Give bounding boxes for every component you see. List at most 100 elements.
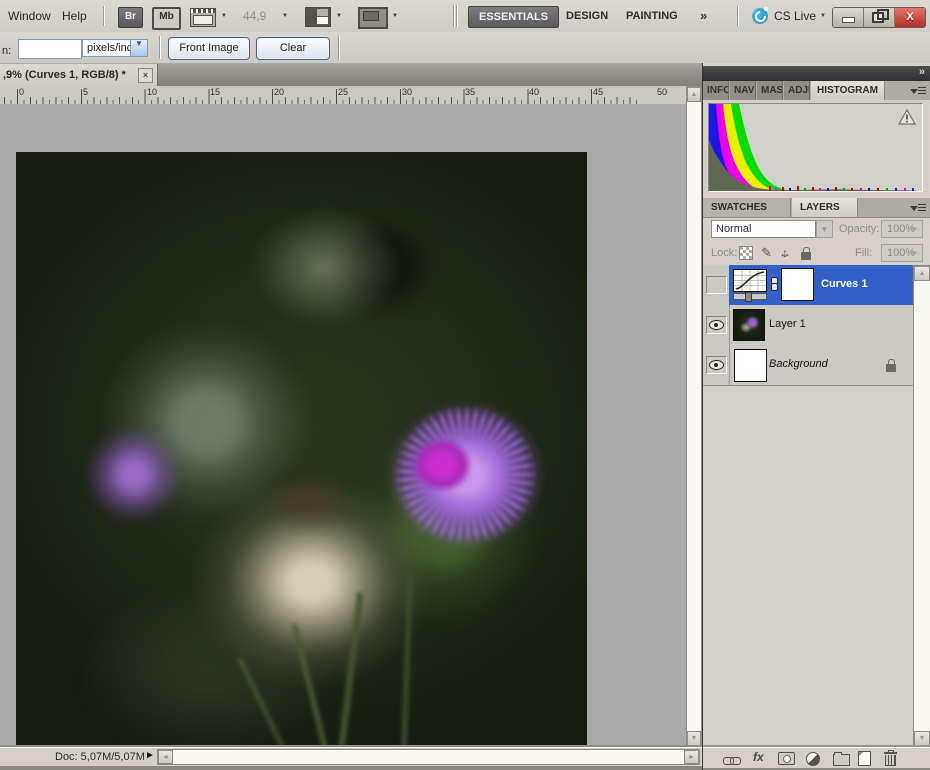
scroll-down-icon[interactable]: ▼ — [687, 731, 701, 746]
layer-name[interactable]: Background — [769, 358, 828, 370]
eye-icon[interactable] — [709, 320, 724, 330]
opacity-arrow-icon[interactable]: ► — [911, 221, 919, 237]
lock-pixels-brush-icon[interactable]: ✎ — [761, 245, 772, 261]
workspace-overflow-icon[interactable]: » — [700, 8, 707, 23]
ruler-tick-label: 20 — [274, 87, 284, 97]
tab-navigator[interactable]: NAVIGATOR — [730, 81, 756, 100]
layer-name[interactable]: Layer 1 — [769, 318, 806, 330]
adjustment-mini-slider[interactable] — [733, 293, 767, 300]
canvas[interactable] — [0, 104, 686, 747]
blend-mode-chevron-icon[interactable]: ▼ — [816, 220, 833, 238]
workspace-painting[interactable]: PAINTING — [626, 10, 678, 22]
fill-value[interactable]: 100% ► — [881, 244, 923, 262]
restore-button[interactable] — [864, 8, 895, 27]
tab-info[interactable]: INFO — [703, 81, 729, 100]
workspace-essentials[interactable]: ESSENTIALS — [468, 6, 559, 28]
ruler-tick-label: 0 — [19, 87, 24, 97]
layer-row-background[interactable]: Background — [703, 345, 930, 386]
status-flyout-icon[interactable]: ► — [145, 750, 155, 761]
layer-thumbnail[interactable] — [733, 309, 765, 341]
arrange-caret-icon[interactable]: ▼ — [336, 13, 342, 19]
eye-icon[interactable] — [709, 360, 724, 370]
lock-label: Lock: — [711, 247, 737, 259]
visibility-cell[interactable] — [703, 345, 730, 385]
visibility-cell[interactable] — [703, 265, 730, 305]
vertical-scrollbar[interactable]: ▲ ▼ — [686, 86, 702, 747]
add-layer-mask-icon[interactable] — [778, 752, 795, 765]
scroll-left-icon[interactable]: ◄ — [158, 750, 173, 764]
blend-mode-dropdown[interactable]: Normal — [711, 220, 816, 238]
arrange-documents-icon[interactable] — [305, 7, 331, 27]
minimize-icon — [842, 17, 855, 23]
tab-layers[interactable]: LAYERS — [792, 198, 858, 217]
screen-mode-icon[interactable] — [358, 7, 388, 29]
opacity-value[interactable]: 100% ► — [881, 220, 923, 238]
new-layer-icon[interactable] — [858, 751, 871, 766]
new-group-icon[interactable] — [833, 754, 850, 766]
close-tab-icon[interactable]: × — [138, 68, 153, 83]
zoom-caret-icon[interactable]: ▼ — [282, 13, 288, 19]
window-controls: X — [832, 7, 926, 28]
layer-style-fx-icon[interactable]: fx — [753, 750, 764, 764]
close-button[interactable]: X — [895, 8, 925, 27]
visibility-well[interactable] — [706, 356, 727, 374]
lock-all-icon[interactable] — [801, 252, 811, 260]
layer-name[interactable]: Curves 1 — [821, 278, 867, 290]
link-layers-icon[interactable] — [723, 757, 734, 765]
delete-layer-icon[interactable] — [885, 755, 896, 766]
cs-live-caret-icon[interactable]: ▼ — [820, 13, 826, 19]
bridge-button[interactable]: Br — [118, 7, 143, 28]
menu-window[interactable]: Window — [8, 9, 51, 23]
collapse-chevron-icon[interactable]: » — [919, 66, 925, 78]
screen-mode-caret-icon[interactable]: ▼ — [392, 13, 398, 19]
lock-position-move-icon[interactable]: ↔↕ — [779, 247, 792, 260]
units-dropdown[interactable]: pixels/inch ▼ — [82, 39, 148, 57]
document-size-status[interactable]: Doc: 5,07M/5,07M — [55, 751, 145, 763]
visibility-cell[interactable] — [703, 305, 730, 345]
document-tab[interactable]: ,9% (Curves 1, RGB/8) * × — [0, 64, 158, 86]
view-extras-caret-icon[interactable]: ▼ — [221, 13, 227, 19]
zoom-level-value[interactable]: 44,9 — [243, 9, 266, 23]
new-adjustment-layer-icon[interactable] — [806, 752, 820, 766]
units-chevron-icon[interactable]: ▼ — [130, 40, 147, 56]
layer-row-curves-1[interactable]: Curves 1 — [703, 265, 930, 306]
visibility-well-empty[interactable] — [706, 276, 727, 294]
visibility-well[interactable] — [706, 316, 727, 334]
panel-menu-icon[interactable] — [910, 202, 926, 214]
layers-scrollbar[interactable]: ▲ ▼ — [913, 265, 930, 747]
workspace-design[interactable]: DESIGN — [566, 10, 608, 22]
collapse-to-icons-bar[interactable]: » — [703, 66, 930, 81]
ruler-tick-label: 40 — [529, 87, 539, 97]
curves-adjustment-thumbnail[interactable] — [733, 269, 767, 292]
ruler-tick-label: 25 — [338, 87, 348, 97]
separator — [103, 6, 104, 26]
fill-arrow-icon[interactable]: ► — [911, 245, 919, 261]
clear-button[interactable]: Clear — [256, 37, 330, 60]
scroll-up-icon[interactable]: ▲ — [914, 266, 930, 281]
menu-help[interactable]: Help — [62, 9, 87, 23]
ruler-tick-label: 10 — [147, 87, 157, 97]
scroll-up-icon[interactable]: ▲ — [687, 87, 701, 102]
layer-mask-thumbnail[interactable] — [781, 268, 814, 301]
cached-data-warning-icon[interactable] — [898, 109, 916, 125]
minimize-button[interactable] — [833, 8, 864, 27]
tab-swatches[interactable]: SWATCHES — [703, 198, 791, 217]
view-extras-icon[interactable] — [190, 8, 216, 27]
front-image-button[interactable]: Front Image — [168, 37, 250, 60]
separator — [737, 6, 738, 26]
horizontal-scrollbar[interactable]: ◄ ► — [157, 749, 700, 765]
tab-histogram[interactable]: HISTOGRAM — [811, 81, 885, 100]
panel-menu-icon[interactable] — [910, 85, 926, 97]
tab-masks[interactable]: MASKS — [757, 81, 783, 100]
mini-bridge-button[interactable]: Mb — [152, 7, 181, 30]
layer-row-layer-1[interactable]: Layer 1 — [703, 305, 930, 346]
cs-live-button[interactable]: CS Live — [774, 9, 816, 23]
resolution-input[interactable] — [18, 39, 82, 59]
background-thumbnail[interactable] — [734, 349, 767, 382]
scroll-down-icon[interactable]: ▼ — [914, 731, 930, 746]
lock-transparency-icon[interactable] — [739, 246, 753, 260]
tab-adjustments[interactable]: ADJUSTMENTS — [784, 81, 810, 100]
mask-link-icon[interactable] — [770, 277, 778, 292]
document-tab-bar: ,9% (Curves 1, RGB/8) * × — [0, 64, 702, 86]
scroll-right-icon[interactable]: ► — [684, 750, 699, 764]
